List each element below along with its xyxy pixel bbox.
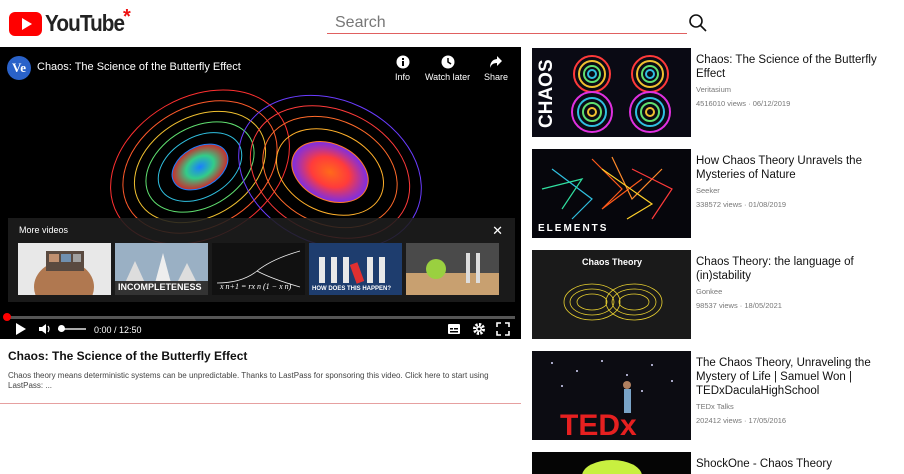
related-title[interactable]: How Chaos Theory Unravels the Mysteries … [696, 154, 896, 182]
related-title[interactable]: The Chaos Theory, Unraveling the Mystery… [696, 356, 896, 398]
gear-icon[interactable] [472, 322, 486, 336]
thumb-text: Chaos Theory [582, 257, 642, 267]
youtube-logo[interactable]: YouTube * [9, 6, 133, 37]
more-video-thumb[interactable]: INCOMPLETENESS [115, 243, 208, 295]
info-label: Info [395, 72, 411, 82]
related-video-item[interactable]: ShockOne - Chaos Theory [532, 452, 902, 474]
clock-icon [441, 55, 455, 69]
more-video-thumb[interactable]: HOW DOES THIS HAPPEN? [309, 243, 402, 295]
related-channel[interactable]: Seeker [696, 185, 720, 196]
more-video-thumb[interactable] [406, 243, 499, 295]
volume-handle[interactable] [58, 325, 65, 332]
thumb-text: TEDx [560, 409, 637, 440]
player-title[interactable]: Chaos: The Science of the Butterfly Effe… [37, 61, 241, 73]
share-label: Share [484, 72, 509, 82]
tedx-stage-art: TEDx [532, 351, 691, 440]
fullscreen-icon[interactable] [496, 322, 510, 336]
svg-text:x n+1 = rx n (1 − x n): x n+1 = rx n (1 − x n) [219, 282, 292, 291]
thumb-label: INCOMPLETENESS [118, 282, 202, 292]
search-icon[interactable] [688, 13, 708, 33]
share-icon [490, 56, 503, 68]
shockone-art [532, 452, 691, 474]
progress-scrubber[interactable] [3, 313, 11, 321]
video-title: Chaos: The Science of the Butterfly Effe… [8, 349, 248, 363]
related-channel[interactable]: Gonkee [696, 286, 722, 297]
thumb-label: HOW DOES THIS HAPPEN? [312, 286, 392, 292]
video-player[interactable]: Ve Chaos: The Science of the Butterfly E… [0, 47, 521, 339]
related-date: 01/08/2019 [748, 200, 787, 209]
logo-mark: * [123, 6, 131, 28]
thumb-head-art [18, 243, 111, 295]
related-title[interactable]: Chaos Theory: the language of (in)stabil… [696, 255, 896, 283]
header: YouTube * [0, 0, 904, 46]
watch-later-label: Watch later [425, 72, 471, 82]
volume-icon[interactable] [38, 322, 52, 336]
related-date: 18/05/2021 [744, 301, 782, 310]
related-video-item[interactable]: ELEMENTS How Chaos Theory Unravels the M… [532, 149, 902, 239]
related-title[interactable]: ShockOne - Chaos Theory [696, 457, 896, 471]
play-logo-icon [9, 11, 42, 36]
related-views: 4516010 views [696, 99, 747, 108]
info-button[interactable]: Info [395, 55, 410, 82]
more-videos-heading: More videos [19, 225, 69, 235]
related-thumbnail[interactable]: CHAOS [532, 48, 691, 137]
related-views: 338572 views [696, 200, 742, 209]
related-views: 98537 views [696, 301, 738, 310]
related-thumbnail[interactable] [532, 452, 691, 474]
related-thumbnail[interactable]: ELEMENTS [532, 149, 691, 238]
related-video-item[interactable]: CHAOS Chaos: The Science of the Butterfl… [532, 48, 902, 138]
logo-text: YouTube [45, 10, 125, 36]
related-stats: 4516010 views · 06/12/2019 [696, 99, 791, 108]
thumb-ball-art [406, 243, 499, 295]
related-channel[interactable]: Veritasium [696, 84, 731, 95]
related-stats: 98537 views · 18/05/2021 [696, 301, 782, 310]
info-icon [396, 55, 409, 69]
chaos-88-art: CHAOS [532, 48, 691, 137]
subtitles-icon[interactable] [447, 322, 461, 336]
related-views: 202412 views [696, 416, 742, 425]
watch-later-button[interactable]: Watch later [425, 55, 470, 82]
channel-avatar[interactable]: Ve [7, 56, 31, 80]
more-video-thumb[interactable] [18, 243, 111, 295]
divider [0, 403, 521, 404]
related-date: 17/05/2016 [748, 416, 787, 425]
related-video-item[interactable]: TEDx The Chaos Theory, Unraveling the My… [532, 351, 902, 441]
close-icon[interactable]: ✕ [492, 223, 503, 239]
thumb-text: ELEMENTS [538, 223, 608, 234]
related-channel[interactable]: TEDx Talks [696, 401, 734, 412]
share-button[interactable]: Share [484, 55, 508, 82]
related-stats: 202412 views · 17/05/2016 [696, 416, 787, 425]
related-video-item[interactable]: Chaos Theory Chaos Theory: the language … [532, 250, 902, 340]
more-video-thumb[interactable]: x n+1 = rx n (1 − x n) [212, 243, 305, 295]
time-display: 0:00 / 12:50 [94, 325, 142, 335]
progress-bar[interactable] [6, 316, 515, 319]
thumb-text: CHAOS [536, 59, 557, 128]
chaos-theory-art: Chaos Theory [532, 250, 691, 339]
related-date: 06/12/2019 [752, 99, 791, 108]
search-input[interactable] [327, 12, 687, 34]
related-title[interactable]: Chaos: The Science of the Butterfly Effe… [696, 53, 896, 81]
related-thumbnail[interactable]: Chaos Theory [532, 250, 691, 339]
video-description: Chaos theory means deterministic systems… [8, 371, 489, 390]
related-thumbnail[interactable]: TEDx [532, 351, 691, 440]
related-stats: 338572 views · 01/08/2019 [696, 200, 787, 209]
elements-art: ELEMENTS [532, 149, 691, 238]
more-videos-panel: More videos ✕ INCOMPLETENESS x n+1 = rx … [8, 218, 515, 302]
thumb-logistic-map-art: x n+1 = rx n (1 − x n) [212, 243, 305, 295]
play-icon[interactable] [14, 322, 28, 336]
